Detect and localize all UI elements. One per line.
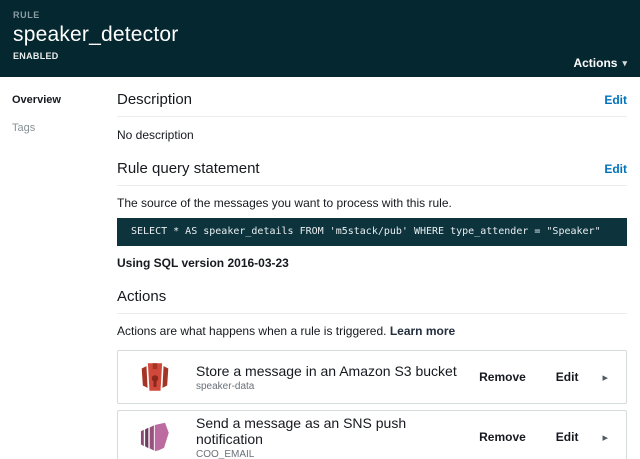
- action-subtitle: speaker-data: [196, 381, 467, 392]
- action-card-text: Store a message in an Amazon S3 bucket s…: [196, 363, 467, 392]
- chevron-right-icon[interactable]: ▸: [602, 431, 608, 444]
- description-body: No description: [117, 128, 627, 142]
- query-edit-link[interactable]: Edit: [604, 162, 627, 176]
- sidebar: Overview Tags: [0, 77, 117, 459]
- description-section: Description Edit No description: [117, 91, 627, 142]
- action-controls: Remove Edit ▸: [479, 430, 608, 444]
- divider: [117, 313, 627, 314]
- action-subtitle: COO_EMAIL: [196, 449, 467, 459]
- chevron-right-icon[interactable]: ▸: [602, 371, 608, 384]
- query-section: Rule query statement Edit The source of …: [117, 160, 627, 270]
- sql-version-label: Using SQL version 2016-03-23: [117, 256, 627, 270]
- action-card-sns: Send a message as an SNS push notificati…: [117, 410, 627, 459]
- s3-icon: [136, 358, 174, 396]
- status-badge: ENABLED: [13, 51, 627, 61]
- rule-header: RULE speaker_detector ENABLED Actions ▾: [0, 0, 640, 77]
- actions-section: Actions Actions are what happens when a …: [117, 288, 627, 459]
- actions-hint-text: Actions are what happens when a rule is …: [117, 324, 390, 338]
- remove-action-button[interactable]: Remove: [479, 430, 526, 444]
- action-card-s3: Store a message in an Amazon S3 bucket s…: [117, 350, 627, 404]
- query-hint: The source of the messages you want to p…: [117, 196, 627, 210]
- action-card-text: Send a message as an SNS push notificati…: [196, 415, 467, 459]
- query-title: Rule query statement: [117, 160, 260, 177]
- actions-hint: Actions are what happens when a rule is …: [117, 324, 627, 338]
- divider: [117, 116, 627, 117]
- rule-kicker: RULE: [13, 10, 627, 20]
- description-title: Description: [117, 91, 192, 108]
- sidebar-item-tags[interactable]: Tags: [12, 122, 109, 134]
- sns-icon: [136, 418, 174, 456]
- main-content: Description Edit No description Rule que…: [117, 77, 640, 459]
- remove-action-button[interactable]: Remove: [479, 370, 526, 384]
- action-title: Store a message in an Amazon S3 bucket: [196, 363, 467, 379]
- action-title: Send a message as an SNS push notificati…: [196, 415, 467, 447]
- sql-statement: SELECT * AS speaker_details FROM 'm5stac…: [117, 218, 627, 246]
- chevron-down-icon: ▾: [622, 58, 627, 69]
- edit-action-button[interactable]: Edit: [556, 370, 579, 384]
- edit-action-button[interactable]: Edit: [556, 430, 579, 444]
- action-controls: Remove Edit ▸: [479, 370, 608, 384]
- learn-more-link[interactable]: Learn more: [390, 324, 455, 338]
- actions-menu-button[interactable]: Actions ▾: [573, 56, 627, 70]
- page-title: speaker_detector: [13, 23, 627, 47]
- actions-title: Actions: [117, 288, 166, 305]
- description-edit-link[interactable]: Edit: [604, 93, 627, 107]
- sidebar-item-overview[interactable]: Overview: [12, 94, 109, 106]
- divider: [117, 185, 627, 186]
- actions-menu-label: Actions: [573, 56, 617, 70]
